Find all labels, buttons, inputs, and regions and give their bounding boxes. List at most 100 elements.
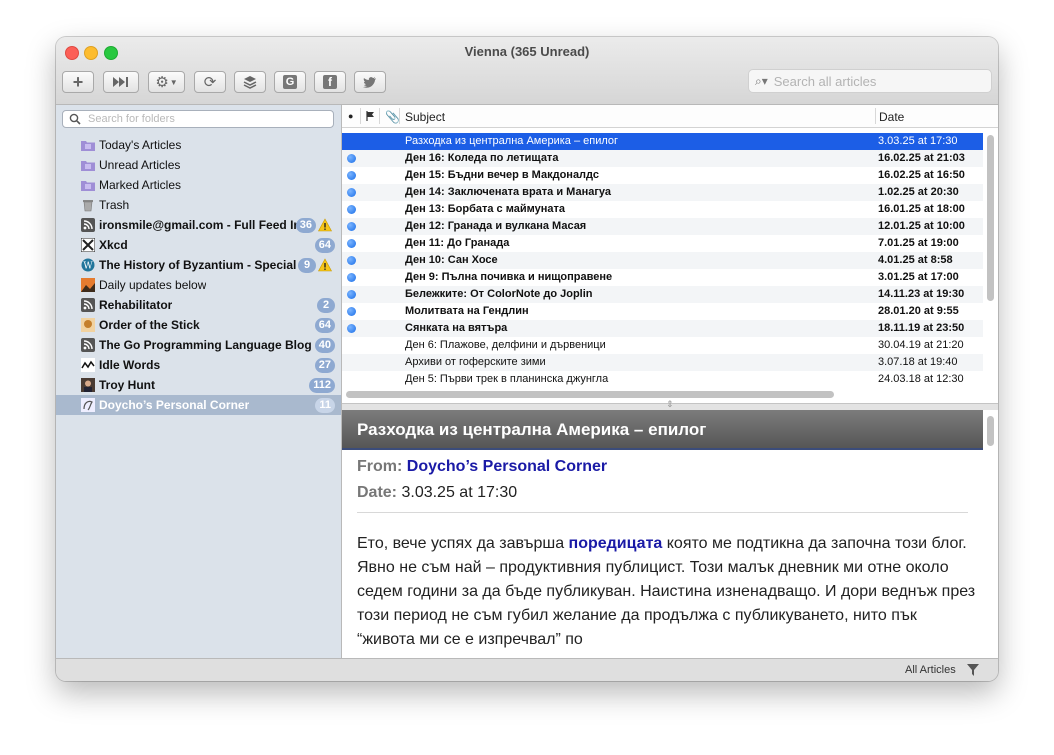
- list-horizontal-scrollbar[interactable]: [346, 391, 834, 398]
- search-icon: [69, 113, 81, 125]
- unread-dot-icon: [347, 290, 356, 299]
- unread-count-badge: 2: [317, 298, 335, 313]
- layers-button[interactable]: [234, 71, 266, 93]
- add-subscription-button[interactable]: +: [62, 71, 94, 93]
- folder-search-input[interactable]: [86, 112, 330, 126]
- filter-icon[interactable]: [967, 664, 979, 676]
- list-vertical-scrollbar[interactable]: [987, 135, 994, 301]
- article-search-input[interactable]: [771, 72, 976, 90]
- sidebar-item-label: Troy Hunt: [99, 378, 155, 392]
- action-menu-button[interactable]: ⚙ ▼: [148, 71, 185, 93]
- sidebar-item-label: Trash: [99, 198, 130, 212]
- sidebar-item[interactable]: Doycho’s Personal Corner 11: [56, 395, 341, 415]
- article-list: ● 📎 Subject Date Разходка из централна А…: [342, 105, 998, 403]
- article-date: 18.11.19 at 23:50: [878, 322, 965, 334]
- unread-column-icon[interactable]: ●: [348, 111, 353, 121]
- subject-column-header[interactable]: Subject: [405, 110, 445, 124]
- sidebar-item-label: Daily updates below: [99, 278, 207, 292]
- folder-search[interactable]: [62, 110, 334, 128]
- sidebar-item[interactable]: Idle Words 27: [56, 355, 341, 375]
- warning-icon: [317, 218, 333, 232]
- sidebar-item[interactable]: The Go Programming Language Blog 40: [56, 335, 341, 355]
- facebook-share-button[interactable]: f: [314, 71, 346, 93]
- unread-dot-icon: [347, 273, 356, 282]
- feed-link[interactable]: Doycho’s Personal Corner: [407, 458, 607, 475]
- layers-icon: [243, 76, 257, 89]
- article-date: 3.03.25 at 17:30: [878, 135, 958, 147]
- article-date: 24.03.18 at 12:30: [878, 373, 964, 385]
- article-row[interactable]: Бележките: От ColorNote до Joplin 14.11.2…: [342, 286, 983, 303]
- series-link[interactable]: поредицата: [569, 535, 663, 552]
- sidebar-item[interactable]: Today's Articles: [56, 135, 341, 155]
- article-row[interactable]: Ден 9: Пълна почивка и нищоправене 3.01.2…: [342, 269, 983, 286]
- oots-icon: [81, 318, 95, 332]
- window-title: Vienna (365 Unread): [464, 44, 590, 59]
- article-subject: Ден 13: Борбата с маймуната: [405, 203, 565, 215]
- article-subject: Архиви от гоферските зими: [405, 356, 546, 368]
- article-subject: Ден 9: Пълна почивка и нищоправене: [405, 271, 613, 283]
- unread-count-badge: 112: [309, 378, 335, 393]
- facebook-icon: f: [323, 75, 337, 89]
- article-date: 16.02.25 at 21:03: [878, 152, 965, 164]
- article-date: 7.01.25 at 19:00: [878, 237, 959, 249]
- article-row[interactable]: Ден 15: Бъдни вечер в Макдоналдс 16.02.25…: [342, 167, 983, 184]
- article-row[interactable]: Ден 11: До Гранада 7.01.25 at 19:00: [342, 235, 983, 252]
- chevron-down-icon: ▼: [169, 77, 178, 87]
- skip-unread-button[interactable]: [103, 71, 139, 93]
- article-subject: Ден 5: Първи трек в планинска джунгла: [405, 373, 609, 385]
- article-row[interactable]: Ден 6: Плажове, делфини и дървеници 30.04…: [342, 337, 983, 354]
- meta-divider: [357, 512, 968, 513]
- sidebar-item[interactable]: W The History of Byzantium - Special 9: [56, 255, 341, 275]
- sidebar-item[interactable]: Troy Hunt 112: [56, 375, 341, 395]
- skip-forward-icon: [113, 77, 128, 87]
- article-row[interactable]: Ден 10: Сан Хосе 4.01.25 at 8:58: [342, 252, 983, 269]
- article-row[interactable]: Разходка из централна Америка – епилог 3.…: [342, 133, 983, 150]
- article-subject: Разходка из централна Америка – епилог: [405, 135, 619, 147]
- article-subject: Ден 14: Заключената врата и Манагуа: [405, 186, 612, 198]
- sidebar-item[interactable]: Marked Articles: [56, 175, 341, 195]
- article-row[interactable]: Ден 13: Борбата с маймуната 16.01.25 at 1…: [342, 201, 983, 218]
- sidebar-item[interactable]: Unread Articles: [56, 155, 341, 175]
- article-date: 14.11.23 at 19:30: [878, 288, 965, 300]
- title-bar: Vienna (365 Unread) + ⚙ ▼ ⟳ G f ⌕▾: [56, 37, 998, 105]
- gear-icon: ⚙: [155, 74, 169, 91]
- sidebar-item[interactable]: ironsmile@gmail.com - Full Feed In 36: [56, 215, 341, 235]
- article-search[interactable]: ⌕▾: [748, 69, 992, 93]
- google-share-button[interactable]: G: [274, 71, 306, 93]
- reader-vertical-scrollbar[interactable]: [987, 416, 994, 446]
- sidebar-item[interactable]: Rehabilitator 2: [56, 295, 341, 315]
- article-date: 28.01.20 at 9:55: [878, 305, 959, 317]
- sidebar-item[interactable]: Xkcd 64: [56, 235, 341, 255]
- search-icon: ⌕▾: [755, 73, 768, 88]
- article-row[interactable]: Ден 12: Гранада и вулкана Масая 12.01.25 …: [342, 218, 983, 235]
- article-body: Ето, вече успях да завърша поредицата ко…: [357, 532, 977, 652]
- article-reader: Разходка из централна Америка – епилог F…: [342, 410, 998, 658]
- smart-folder-icon: [81, 158, 95, 172]
- article-row[interactable]: Ден 16: Коледа по летищата 16.02.25 at 21…: [342, 150, 983, 167]
- article-row[interactable]: Сянката на вятъра 18.11.19 at 23:50: [342, 320, 983, 337]
- landscape-icon: [81, 278, 95, 292]
- flag-column-icon[interactable]: [366, 111, 375, 121]
- filter-label: All Articles: [905, 664, 956, 676]
- article-row[interactable]: Архиви от гоферските зими 3.07.18 at 19:4…: [342, 354, 983, 371]
- sidebar-item[interactable]: Trash: [56, 195, 341, 215]
- body-prefix: Ето, вече успях да завърша: [357, 535, 569, 552]
- xkcd-icon: [80, 237, 96, 253]
- folders-sidebar: Today's Articles Unread Articles Marked Ar…: [56, 105, 342, 658]
- article-row[interactable]: Молитвата на Гендлин 28.01.20 at 9:55: [342, 303, 983, 320]
- date-column-header[interactable]: Date: [879, 110, 904, 124]
- unread-count-badge: 9: [298, 258, 316, 273]
- troy-icon: [81, 378, 95, 392]
- article-row[interactable]: Ден 5: Първи трек в планинска джунгла 24.…: [342, 371, 983, 388]
- refresh-button[interactable]: ⟳: [194, 71, 226, 93]
- from-label: From:: [357, 458, 403, 475]
- attachment-column-icon[interactable]: 📎: [385, 110, 400, 124]
- article-subject: Ден 10: Сан Хосе: [405, 254, 498, 266]
- article-row[interactable]: Ден 14: Заключената врата и Манагуа 1.02.…: [342, 184, 983, 201]
- sidebar-item[interactable]: Daily updates below: [56, 275, 341, 295]
- unread-dot-icon: [347, 256, 356, 265]
- unread-count-badge: 27: [314, 358, 335, 373]
- twitter-share-button[interactable]: [354, 71, 386, 93]
- sidebar-item[interactable]: Order of the Stick 64: [56, 315, 341, 335]
- article-date: 16.01.25 at 18:00: [878, 203, 965, 215]
